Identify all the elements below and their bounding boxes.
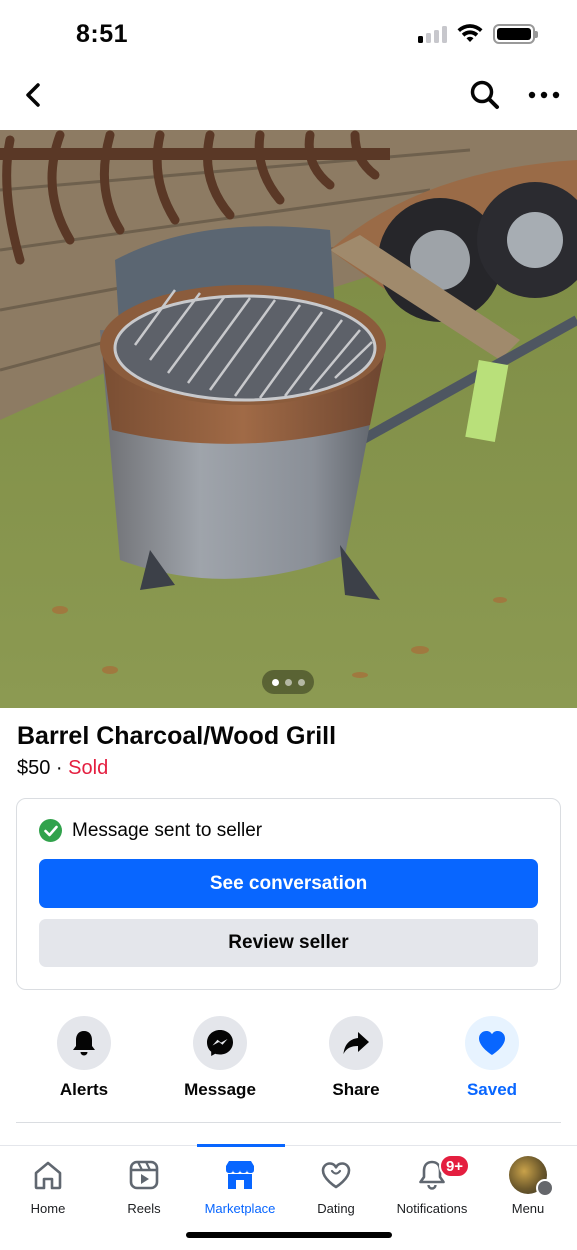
alerts-circle (57, 1016, 111, 1070)
dating-icon (321, 1162, 351, 1189)
battery-icon (493, 24, 538, 44)
notification-badge: 9+ (439, 1154, 470, 1178)
tab-dating[interactable]: Dating (288, 1146, 384, 1224)
bell-icon (73, 1031, 95, 1056)
pagination-dot (271, 678, 279, 686)
cellular-signal-icon (418, 25, 447, 43)
gear-icon (536, 1179, 554, 1197)
alerts-button[interactable]: Alerts (29, 1016, 139, 1100)
photo-pagination (262, 670, 314, 694)
pagination-dot (297, 678, 305, 686)
tab-label: Home (30, 1201, 66, 1216)
tab-reels[interactable]: Reels (96, 1146, 192, 1224)
listing-photo[interactable] (0, 130, 577, 708)
reels-icon (129, 1160, 159, 1190)
message-circle (193, 1016, 247, 1070)
heart-icon (479, 1031, 505, 1055)
share-button[interactable]: Share (301, 1016, 411, 1100)
share-circle (329, 1016, 383, 1070)
tab-menu[interactable]: Menu (480, 1146, 576, 1224)
marketplace-icon (226, 1161, 254, 1189)
listing-price: $50 (17, 757, 51, 779)
top-nav (0, 66, 577, 130)
tab-label: Marketplace (204, 1201, 276, 1216)
more-dots-icon (528, 91, 560, 99)
share-arrow-icon (343, 1032, 369, 1054)
status-icons (418, 24, 538, 44)
message-status: Message sent to seller (39, 819, 262, 842)
more-options-button[interactable] (526, 80, 562, 110)
pagination-dot (284, 678, 292, 686)
tab-label: Dating (317, 1201, 355, 1216)
see-conversation-button[interactable]: See conversation (39, 859, 538, 908)
check-circle-icon (39, 819, 62, 842)
wifi-icon (457, 24, 483, 42)
alerts-label: Alerts (59, 1080, 109, 1099)
price-row: $50 · Sold (17, 757, 108, 780)
search-button[interactable] (468, 78, 502, 112)
saved-label: Saved (466, 1080, 518, 1099)
grill-photo-illustration (0, 130, 577, 708)
home-indicator (186, 1232, 392, 1238)
price-separator: · (50, 757, 69, 779)
tab-label: Reels (127, 1201, 161, 1216)
message-status-text: Message sent to seller (72, 819, 263, 841)
message-button[interactable]: Message (165, 1016, 275, 1100)
sold-status: Sold (68, 757, 109, 779)
saved-button[interactable]: Saved (437, 1016, 547, 1100)
tab-notifications[interactable]: 9+ Notifications (384, 1146, 480, 1224)
status-time: 8:51 (76, 20, 129, 48)
back-button[interactable] (18, 80, 48, 110)
listing-title: Barrel Charcoal/Wood Grill (17, 722, 337, 750)
home-icon (34, 1161, 62, 1190)
messenger-icon (207, 1030, 233, 1056)
saved-circle (465, 1016, 519, 1070)
divider (16, 1122, 561, 1123)
action-row: Alerts Message Share Saved (0, 1016, 577, 1106)
search-icon (470, 80, 499, 109)
tab-label: Notifications (396, 1201, 468, 1216)
message-status-card: Message sent to seller See conversation … (16, 798, 561, 990)
share-label: Share (332, 1080, 380, 1099)
tab-label: Menu (511, 1201, 545, 1216)
tab-home[interactable]: Home (0, 1146, 96, 1224)
message-label: Message (184, 1080, 256, 1099)
tab-marketplace[interactable]: Marketplace (192, 1146, 288, 1224)
status-bar: 8:51 (0, 0, 577, 66)
chevron-left-icon (26, 83, 40, 107)
review-seller-button[interactable]: Review seller (39, 919, 538, 967)
